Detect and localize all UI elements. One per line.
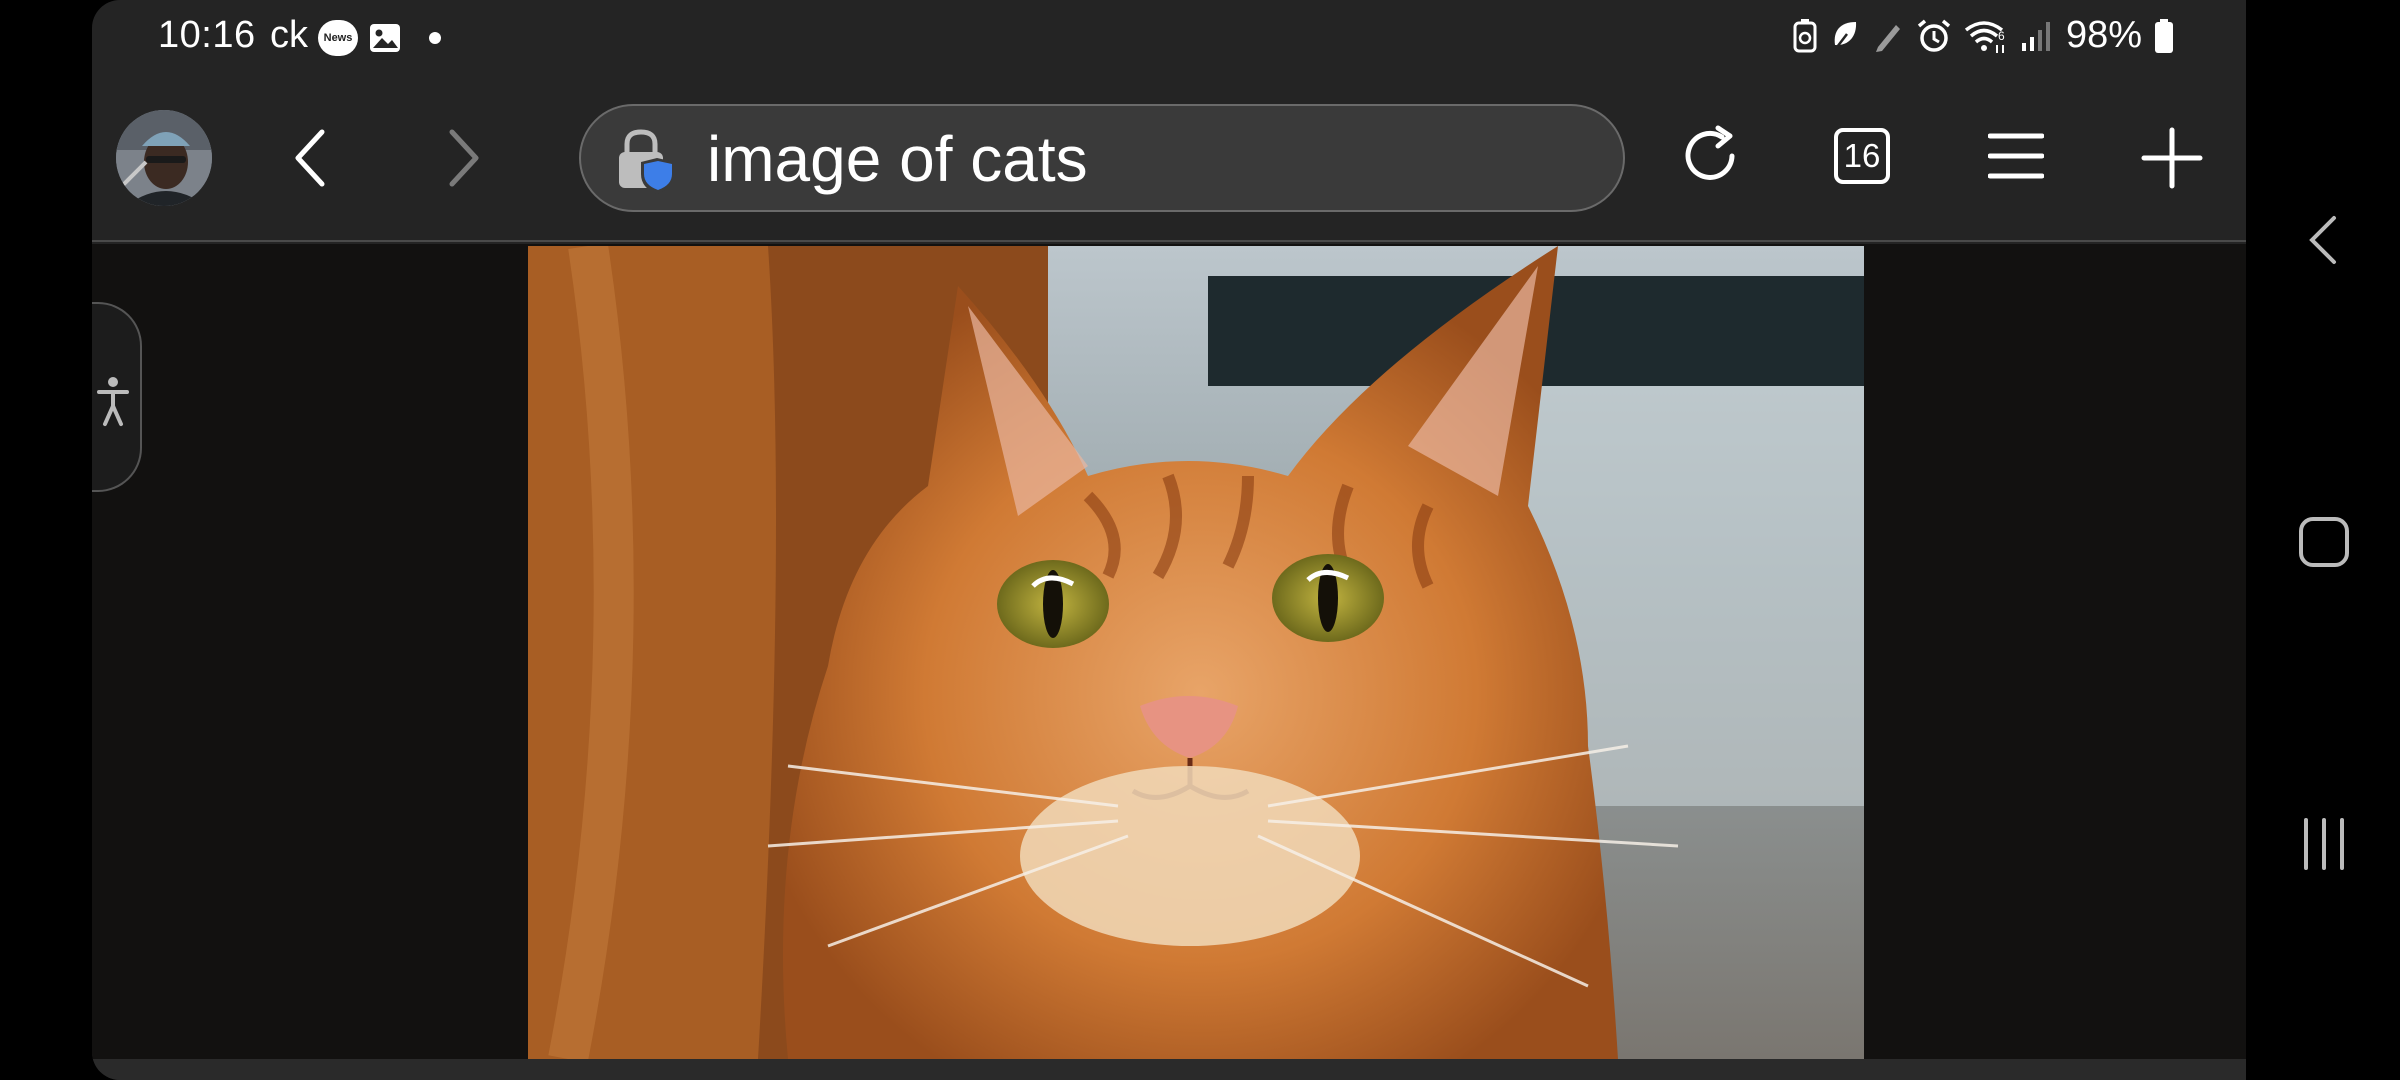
dot-icon [429, 32, 441, 44]
battery-percent: 98% [2065, 14, 2142, 56]
collapse-chevron-icon[interactable] [2296, 212, 2352, 273]
privacy-shield-lock-icon[interactable] [613, 128, 679, 199]
page-content[interactable] [92, 244, 2246, 1059]
pen-icon [1872, 19, 1904, 53]
leaf-icon [1830, 19, 1860, 53]
status-carrier-text: ck [270, 14, 308, 56]
new-tab-icon[interactable] [2140, 126, 2204, 195]
svg-text:6: 6 [1998, 29, 2005, 43]
signal-icon [2020, 19, 2054, 53]
profile-avatar[interactable] [116, 110, 212, 206]
system-nav-bar [2246, 0, 2400, 1080]
browser-screen: 10:16 ck News 6 98% image of cats 16 [92, 0, 2246, 1080]
battery-saver-icon [1792, 18, 1818, 54]
recents-icon[interactable] [2296, 816, 2352, 877]
status-time: 10:16 [158, 14, 256, 56]
wifi-6-icon: 6 [1964, 18, 2008, 54]
gallery-icon [368, 22, 402, 59]
browser-toolbar: image of cats 16 [92, 80, 2246, 242]
battery-icon [2154, 18, 2174, 54]
status-bar: 10:16 ck News 6 98% [92, 0, 2246, 80]
accessibility-panel-handle[interactable] [92, 302, 142, 492]
refresh-icon[interactable] [1678, 124, 1742, 193]
forward-icon[interactable] [442, 126, 486, 195]
news-icon: News [318, 20, 358, 56]
home-icon[interactable] [2296, 514, 2352, 575]
address-bar[interactable]: image of cats [579, 104, 1625, 212]
menu-icon[interactable] [1987, 130, 2045, 187]
accessibility-icon [97, 377, 129, 426]
back-icon[interactable] [288, 126, 332, 195]
status-right-icons: 6 98% [1792, 14, 2174, 57]
alarm-icon [1916, 18, 1952, 54]
address-bar-text[interactable]: image of cats [707, 126, 1088, 192]
tabs-icon[interactable]: 16 [1834, 128, 1890, 184]
cat-image[interactable] [528, 246, 1864, 1059]
bottom-edge [92, 1059, 2246, 1080]
